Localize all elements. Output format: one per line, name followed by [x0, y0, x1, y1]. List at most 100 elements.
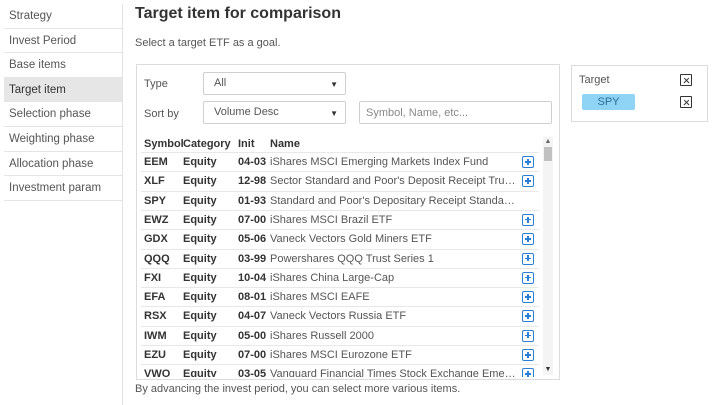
row-init: 10-04 [238, 271, 267, 284]
caret-down-icon: ▼ [330, 80, 338, 89]
row-category: Equity [183, 156, 217, 168]
row-init: 05-00 [238, 329, 267, 342]
column-header-init: Init [238, 138, 255, 150]
row-init: 03-05 [238, 368, 267, 377]
sort-select[interactable]: Volume Desc ▼ [203, 101, 346, 124]
row-name: Vaneck Vectors Gold Miners ETF [270, 233, 432, 246]
sort-select-value: Volume Desc [214, 106, 279, 118]
row-name: iShares MSCI EAFE [270, 291, 370, 304]
row-symbol: RSX [144, 310, 167, 323]
table-row[interactable]: IWM Equity 05-00 iShares Russell 2000 [141, 325, 539, 345]
sidebar-item-target-item[interactable]: Target item [4, 77, 122, 103]
row-category: Equity [183, 194, 217, 207]
row-init: 08-01 [238, 291, 267, 304]
sidebar-item-selection-phase[interactable]: Selection phase [4, 102, 122, 127]
plus-square-icon[interactable] [522, 291, 534, 304]
row-init: 12-98 [238, 175, 267, 188]
table-row[interactable]: RSX Equity 04-07 Vaneck Vectors Russia ETF [141, 306, 539, 325]
table-row[interactable]: VWO Equity 03-05 Vanguard Financial Times S… [141, 364, 539, 377]
plus-square-icon[interactable] [522, 271, 534, 284]
row-init: 03-99 [238, 252, 267, 265]
row-name: iShares MSCI Brazil ETF [270, 213, 393, 226]
type-label: Type [144, 78, 168, 90]
table-row[interactable]: QQQ Equity 03-99 Powershares QQQ Trust Seri… [141, 248, 539, 268]
column-header-symbol: Symbol [144, 138, 184, 150]
column-header-name: Name [270, 138, 300, 150]
row-name: Sector Standard and Poor's Deposit Recei… [270, 175, 516, 188]
sidebar-item-investment-param[interactable]: Investment param [4, 176, 122, 201]
row-name: Vaneck Vectors Russia ETF [270, 310, 407, 323]
table-scrollbar[interactable]: ▲ ▼ [543, 137, 553, 375]
plus-square-icon[interactable] [522, 329, 534, 342]
row-category: Equity [183, 271, 217, 284]
plus-square-icon[interactable] [522, 252, 534, 265]
column-header-category: Category [183, 138, 231, 150]
plus-square-icon[interactable] [522, 349, 534, 361]
row-symbol: SPY [144, 194, 167, 207]
page-title: Target item for comparison [135, 5, 341, 22]
row-name: iShares MSCI Eurozone ETF [270, 349, 412, 361]
target-chip: SPY [582, 94, 635, 110]
row-init: 04-07 [238, 310, 267, 323]
plus-square-icon[interactable] [522, 368, 534, 377]
row-symbol: EWZ [144, 213, 169, 226]
table-row[interactable]: FXI Equity 10-04 iShares China Large-Cap [141, 267, 539, 287]
table-row[interactable]: EWZ Equity 07-00 iShares MSCI Brazil ETF [141, 209, 539, 229]
table-row[interactable]: EEM Equity 04-03 iShares MSCI Emerging Mark… [141, 152, 539, 171]
row-name: iShares China Large-Cap [270, 271, 395, 284]
sidebar-item-invest-period[interactable]: Invest Period [4, 29, 122, 54]
table-row[interactable]: GDX Equity 05-06 Vaneck Vectors Gold Miners… [141, 229, 539, 248]
sidebar-item-weighting-phase[interactable]: Weighting phase [4, 127, 122, 152]
table-header: Symbol Category Init Name [141, 137, 539, 153]
row-init: 07-00 [238, 349, 267, 361]
row-name: Powershares QQQ Trust Series 1 [270, 252, 434, 265]
type-select[interactable]: All ▼ [203, 72, 346, 95]
target-panel: Target SPY [571, 65, 708, 122]
table-row[interactable]: SPY Equity 01-93 Standard and Poor's Deposi… [141, 190, 539, 210]
row-symbol: GDX [144, 233, 168, 246]
sidebar: Strategy Invest Period Base items Target it… [4, 4, 123, 405]
row-init: 07-00 [238, 213, 267, 226]
type-select-value: All [214, 77, 227, 89]
row-name: Standard and Poor's Depositary Receipt S… [270, 194, 516, 207]
row-symbol: EFA [144, 291, 166, 304]
footnote: By advancing the invest period, you can … [135, 383, 461, 395]
row-init: 05-06 [238, 233, 267, 246]
table-row[interactable]: EZU Equity 07-00 iShares MSCI Eurozone ETF [141, 345, 539, 364]
row-category: Equity [183, 368, 217, 377]
row-category: Equity [183, 329, 217, 342]
search-input[interactable] [359, 101, 552, 124]
sidebar-item-base-items[interactable]: Base items [4, 53, 122, 78]
row-name: iShares Russell 2000 [270, 329, 374, 342]
scroll-down-arrow-icon[interactable]: ▼ [543, 366, 553, 374]
sidebar-item-allocation-phase[interactable]: Allocation phase [4, 152, 122, 177]
sidebar-item-strategy[interactable]: Strategy [4, 4, 122, 29]
etf-table: Symbol Category Init Name EEM Equity 04-03… [141, 137, 553, 377]
row-symbol: FXI [144, 271, 162, 284]
row-category: Equity [183, 252, 217, 265]
plus-square-icon[interactable] [522, 233, 534, 246]
row-symbol: IWM [144, 329, 167, 342]
scroll-up-arrow-icon[interactable]: ▲ [543, 138, 553, 146]
row-name: iShares MSCI Emerging Markets Index Fund [270, 156, 489, 168]
remove-target-icon[interactable] [680, 96, 692, 108]
scroll-thumb[interactable] [544, 147, 552, 161]
row-init: 01-93 [238, 194, 267, 207]
row-name: Vanguard Financial Times Stock Exchange … [270, 368, 516, 377]
row-symbol: EZU [144, 349, 166, 361]
table-row[interactable]: EFA Equity 08-01 iShares MSCI EAFE [141, 287, 539, 306]
row-symbol: XLF [144, 175, 165, 188]
plus-square-icon[interactable] [522, 213, 534, 226]
plus-square-icon[interactable] [522, 156, 534, 168]
table-row[interactable]: XLF Equity 12-98 Sector Standard and Poor's… [141, 171, 539, 190]
row-category: Equity [183, 310, 217, 323]
row-category: Equity [183, 175, 217, 188]
plus-square-icon[interactable] [522, 175, 534, 188]
plus-square-icon[interactable] [522, 310, 534, 323]
clear-target-icon[interactable] [680, 74, 692, 86]
sort-label: Sort by [144, 108, 179, 120]
target-label: Target [579, 74, 610, 86]
row-category: Equity [183, 213, 217, 226]
row-symbol: QQQ [144, 252, 170, 265]
caret-down-icon: ▼ [330, 109, 338, 118]
